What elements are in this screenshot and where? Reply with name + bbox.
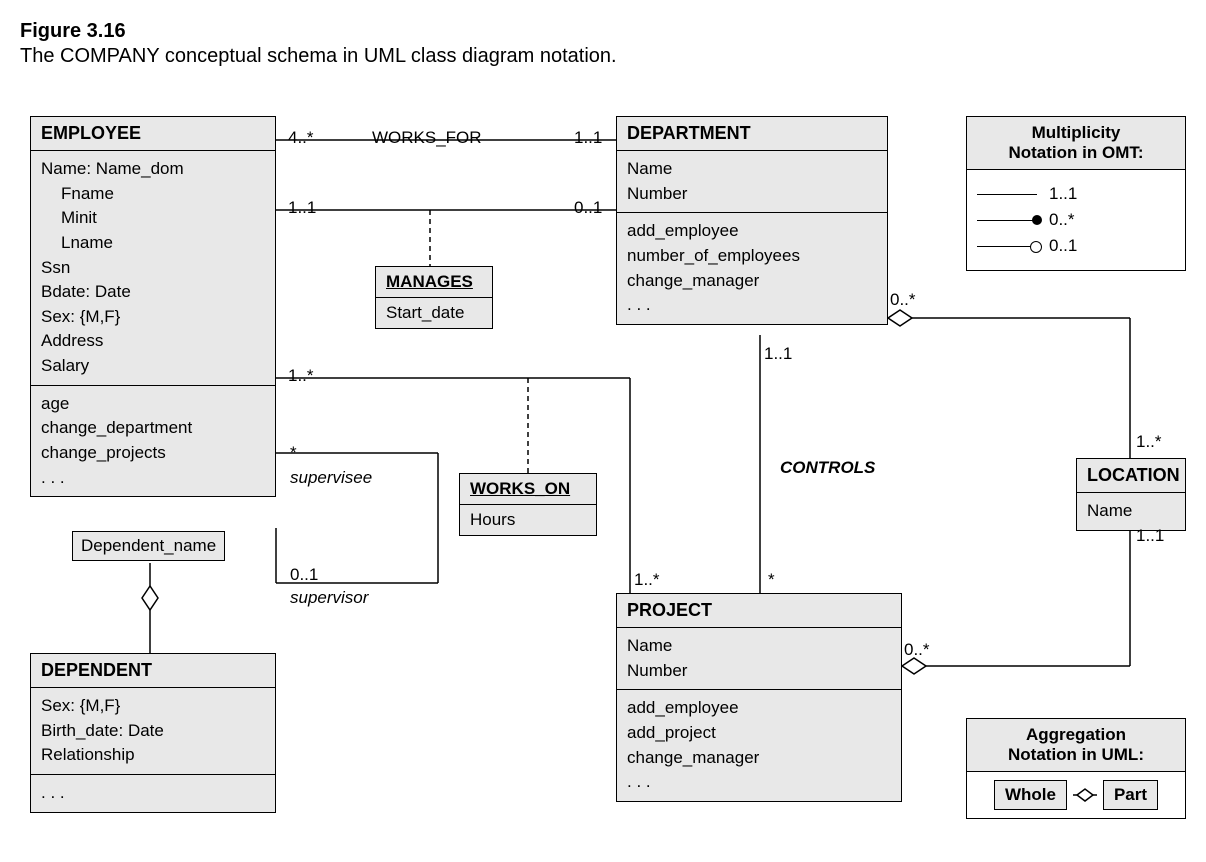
mult-controls-dept: 1..1 [764,344,792,364]
mult-dept-loc: 1..* [1136,432,1162,452]
class-employee-ops: age change_department change_projects . … [31,386,275,497]
class-department-attrs: Name Number [617,151,887,213]
mult-works-on-emp: 1..* [288,366,314,386]
qualifier-dependent-name: Dependent_name [72,531,225,561]
assoc-class-manages: MANAGES Start_date [375,266,493,329]
legend-agg-part: Part [1103,780,1158,810]
line-plain-icon [977,194,1037,195]
assoc-class-manages-name: MANAGES [376,267,492,298]
legend-omt: Multiplicity Notation in OMT: 1..1 0..* … [966,116,1186,271]
mult-supervisee: * [290,443,297,463]
class-location: LOCATION Name [1076,458,1186,531]
legend-omt-row-1: 1..1 [977,184,1175,204]
class-employee-name: EMPLOYEE [31,117,275,151]
mult-proj-loc-agg: 0..* [904,640,930,660]
assoc-works-for: WORKS_FOR [372,128,482,148]
mult-manages-dept: 0..1 [574,198,602,218]
mult-controls-proj: * [768,570,775,590]
mult-proj-loc: 1..1 [1136,526,1164,546]
class-location-attrs: Name [1077,493,1185,530]
class-dependent-ops: . . . [31,775,275,812]
mult-dept-loc-agg: 0..* [890,290,916,310]
legend-agg-body: Whole Part [967,772,1185,818]
class-department: DEPARTMENT Name Number add_employee numb… [616,116,888,325]
legend-omt-body: 1..1 0..* 0..1 [967,170,1185,270]
class-project-attrs: Name Number [617,628,901,690]
class-employee: EMPLOYEE Name: Name_dom Fname Minit Lnam… [30,116,276,497]
class-department-name: DEPARTMENT [617,117,887,151]
legend-omt-row-3: 0..1 [977,236,1175,256]
assoc-controls: CONTROLS [780,458,875,478]
figure-header: Figure 3.16 The COMPANY conceptual schem… [20,20,1186,68]
legend-agg-whole: Whole [994,780,1067,810]
diamond-icon [1073,787,1097,803]
class-project: PROJECT Name Number add_employee add_pro… [616,593,902,802]
mult-supervisor: 0..1 [290,565,318,585]
legend-omt-row-2: 0..* [977,210,1175,230]
legend-agg-header: Aggregation Notation in UML: [967,719,1185,772]
class-department-ops: add_employee number_of_employees change_… [617,213,887,324]
assoc-class-manages-body: Start_date [376,298,492,328]
class-location-name: LOCATION [1077,459,1185,493]
legend-aggregation: Aggregation Notation in UML: Whole Part [966,718,1186,819]
class-dependent-attrs: Sex: {M,F} Birth_date: Date Relationship [31,688,275,775]
legend-omt-header: Multiplicity Notation in OMT: [967,117,1185,170]
mult-works-on-proj: 1..* [634,570,660,590]
class-employee-attrs: Name: Name_dom Fname Minit Lname Ssn Bda… [31,151,275,386]
assoc-class-works-on-name: WORKS_ON [460,474,596,505]
line-dot-icon [977,220,1037,221]
uml-diagram: EMPLOYEE Name: Name_dom Fname Minit Lnam… [20,98,1186,838]
class-project-name: PROJECT [617,594,901,628]
mult-works-for-emp: 4..* [288,128,314,148]
mult-works-for-dept: 1..1 [574,128,602,148]
role-supervisee: supervisee [290,468,372,488]
figure-caption: The COMPANY conceptual schema in UML cla… [20,45,1186,68]
assoc-class-works-on: WORKS_ON Hours [459,473,597,536]
mult-manages-emp: 1..1 [288,198,316,218]
class-dependent: DEPENDENT Sex: {M,F} Birth_date: Date Re… [30,653,276,813]
figure-number: Figure 3.16 [20,20,1186,43]
line-circle-icon [977,246,1037,247]
assoc-class-works-on-body: Hours [460,505,596,535]
class-project-ops: add_employee add_project change_manager … [617,690,901,801]
role-supervisor: supervisor [290,588,368,608]
class-dependent-name: DEPENDENT [31,654,275,688]
